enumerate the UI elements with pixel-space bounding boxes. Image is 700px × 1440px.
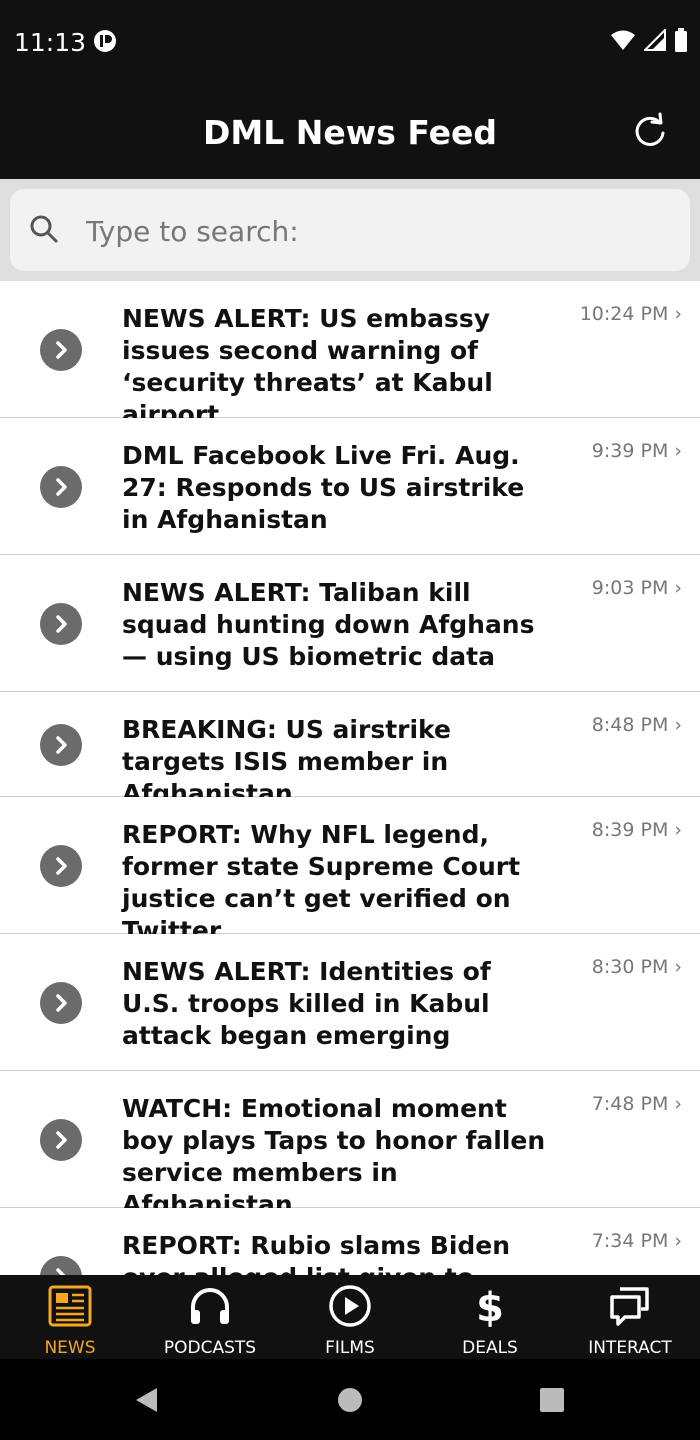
headphones-icon: [191, 1288, 229, 1324]
chevron-right-icon: [40, 982, 82, 1024]
news-time: 9:39 PM ›: [591, 440, 682, 462]
news-item[interactable]: WATCH: Emotional moment boy plays Taps t…: [0, 1071, 700, 1219]
news-headline: DML Facebook Live Fri. Aug. 27: Responds…: [122, 441, 525, 534]
status-bar: 11:13: [0, 0, 700, 85]
news-item[interactable]: NEWS ALERT: US embassy issues second war…: [0, 281, 700, 429]
news-item[interactable]: NEWS ALERT: Taliban kill squad hunting d…: [0, 555, 700, 692]
news-time: 7:34 PM ›: [591, 1230, 682, 1252]
news-item[interactable]: REPORT: Rubio slams Biden over alleged l…: [0, 1208, 700, 1275]
back-icon[interactable]: [133, 1386, 161, 1414]
news-time: 8:39 PM ›: [591, 819, 682, 841]
news-headline: REPORT: Why NFL legend, former state Sup…: [122, 820, 521, 945]
dollar-icon: $: [476, 1285, 504, 1329]
svg-text:$: $: [476, 1285, 504, 1329]
news-time: 8:30 PM ›: [591, 956, 682, 978]
refresh-icon: [635, 112, 665, 146]
bottom-nav: NEWS PODCASTS FILMS $ DEALS INTERACT: [0, 1275, 700, 1359]
search-area: [0, 179, 700, 281]
wifi-icon: [610, 29, 636, 56]
status-time: 11:13: [14, 28, 87, 57]
newspaper-icon: [48, 1285, 92, 1327]
news-headline: BREAKING: US airstrike targets ISIS memb…: [122, 715, 451, 808]
news-time: 8:48 PM ›: [591, 714, 682, 736]
cell-signal-icon: [642, 27, 666, 56]
news-time: 7:48 PM ›: [591, 1093, 682, 1115]
chevron-right-icon: [40, 724, 82, 766]
news-headline: NEWS ALERT: Identities of U.S. troops ki…: [122, 957, 491, 1050]
search-icon: [28, 213, 60, 250]
chevron-right-icon: [40, 603, 82, 645]
news-item[interactable]: NEWS ALERT: Identities of U.S. troops ki…: [0, 934, 700, 1071]
app-bar: DML News Feed: [0, 85, 700, 179]
tab-films[interactable]: FILMS: [280, 1275, 420, 1359]
tab-deals[interactable]: $ DEALS: [420, 1275, 560, 1359]
tab-label: FILMS: [325, 1338, 375, 1358]
recents-icon[interactable]: [539, 1387, 565, 1413]
chevron-right-icon: [40, 1119, 82, 1161]
play-circle-icon: [329, 1285, 371, 1327]
refresh-button[interactable]: [630, 111, 670, 151]
tab-label: DEALS: [462, 1338, 518, 1358]
tab-label: PODCASTS: [163, 1338, 257, 1358]
tab-label: INTERACT: [588, 1338, 672, 1358]
news-headline: NEWS ALERT: Taliban kill squad hunting d…: [122, 578, 535, 671]
tab-interact[interactable]: INTERACT: [560, 1275, 700, 1359]
chevron-right-icon: [40, 329, 82, 371]
search-box[interactable]: [10, 189, 690, 271]
chat-bubbles-icon: [610, 1287, 649, 1326]
news-item[interactable]: REPORT: Why NFL legend, former state Sup…: [0, 797, 700, 945]
news-item[interactable]: DML Facebook Live Fri. Aug. 27: Responds…: [0, 418, 700, 555]
chevron-right-icon: [40, 466, 82, 508]
tab-news[interactable]: NEWS: [0, 1275, 140, 1359]
home-icon[interactable]: [337, 1387, 363, 1413]
chevron-right-icon: [40, 1256, 82, 1275]
news-time: 9:03 PM ›: [591, 577, 682, 599]
news-headline: NEWS ALERT: US embassy issues second war…: [122, 304, 493, 429]
app-notification-icon: [93, 29, 117, 58]
chevron-right-icon: [40, 845, 82, 887]
battery-icon: [674, 28, 688, 57]
news-item[interactable]: BREAKING: US airstrike targets ISIS memb…: [0, 692, 700, 808]
system-nav-bar: [0, 1359, 700, 1440]
tab-label: NEWS: [44, 1338, 96, 1358]
news-headline: WATCH: Emotional moment boy plays Taps t…: [122, 1094, 546, 1219]
news-headline: REPORT: Rubio slams Biden over alleged l…: [122, 1231, 511, 1275]
search-input[interactable]: [84, 209, 678, 253]
page-title: DML News Feed: [203, 113, 497, 152]
news-time: 10:24 PM ›: [579, 303, 682, 325]
tab-podcasts[interactable]: PODCASTS: [140, 1275, 280, 1359]
news-list[interactable]: NEWS ALERT: US embassy issues second war…: [0, 281, 700, 1275]
